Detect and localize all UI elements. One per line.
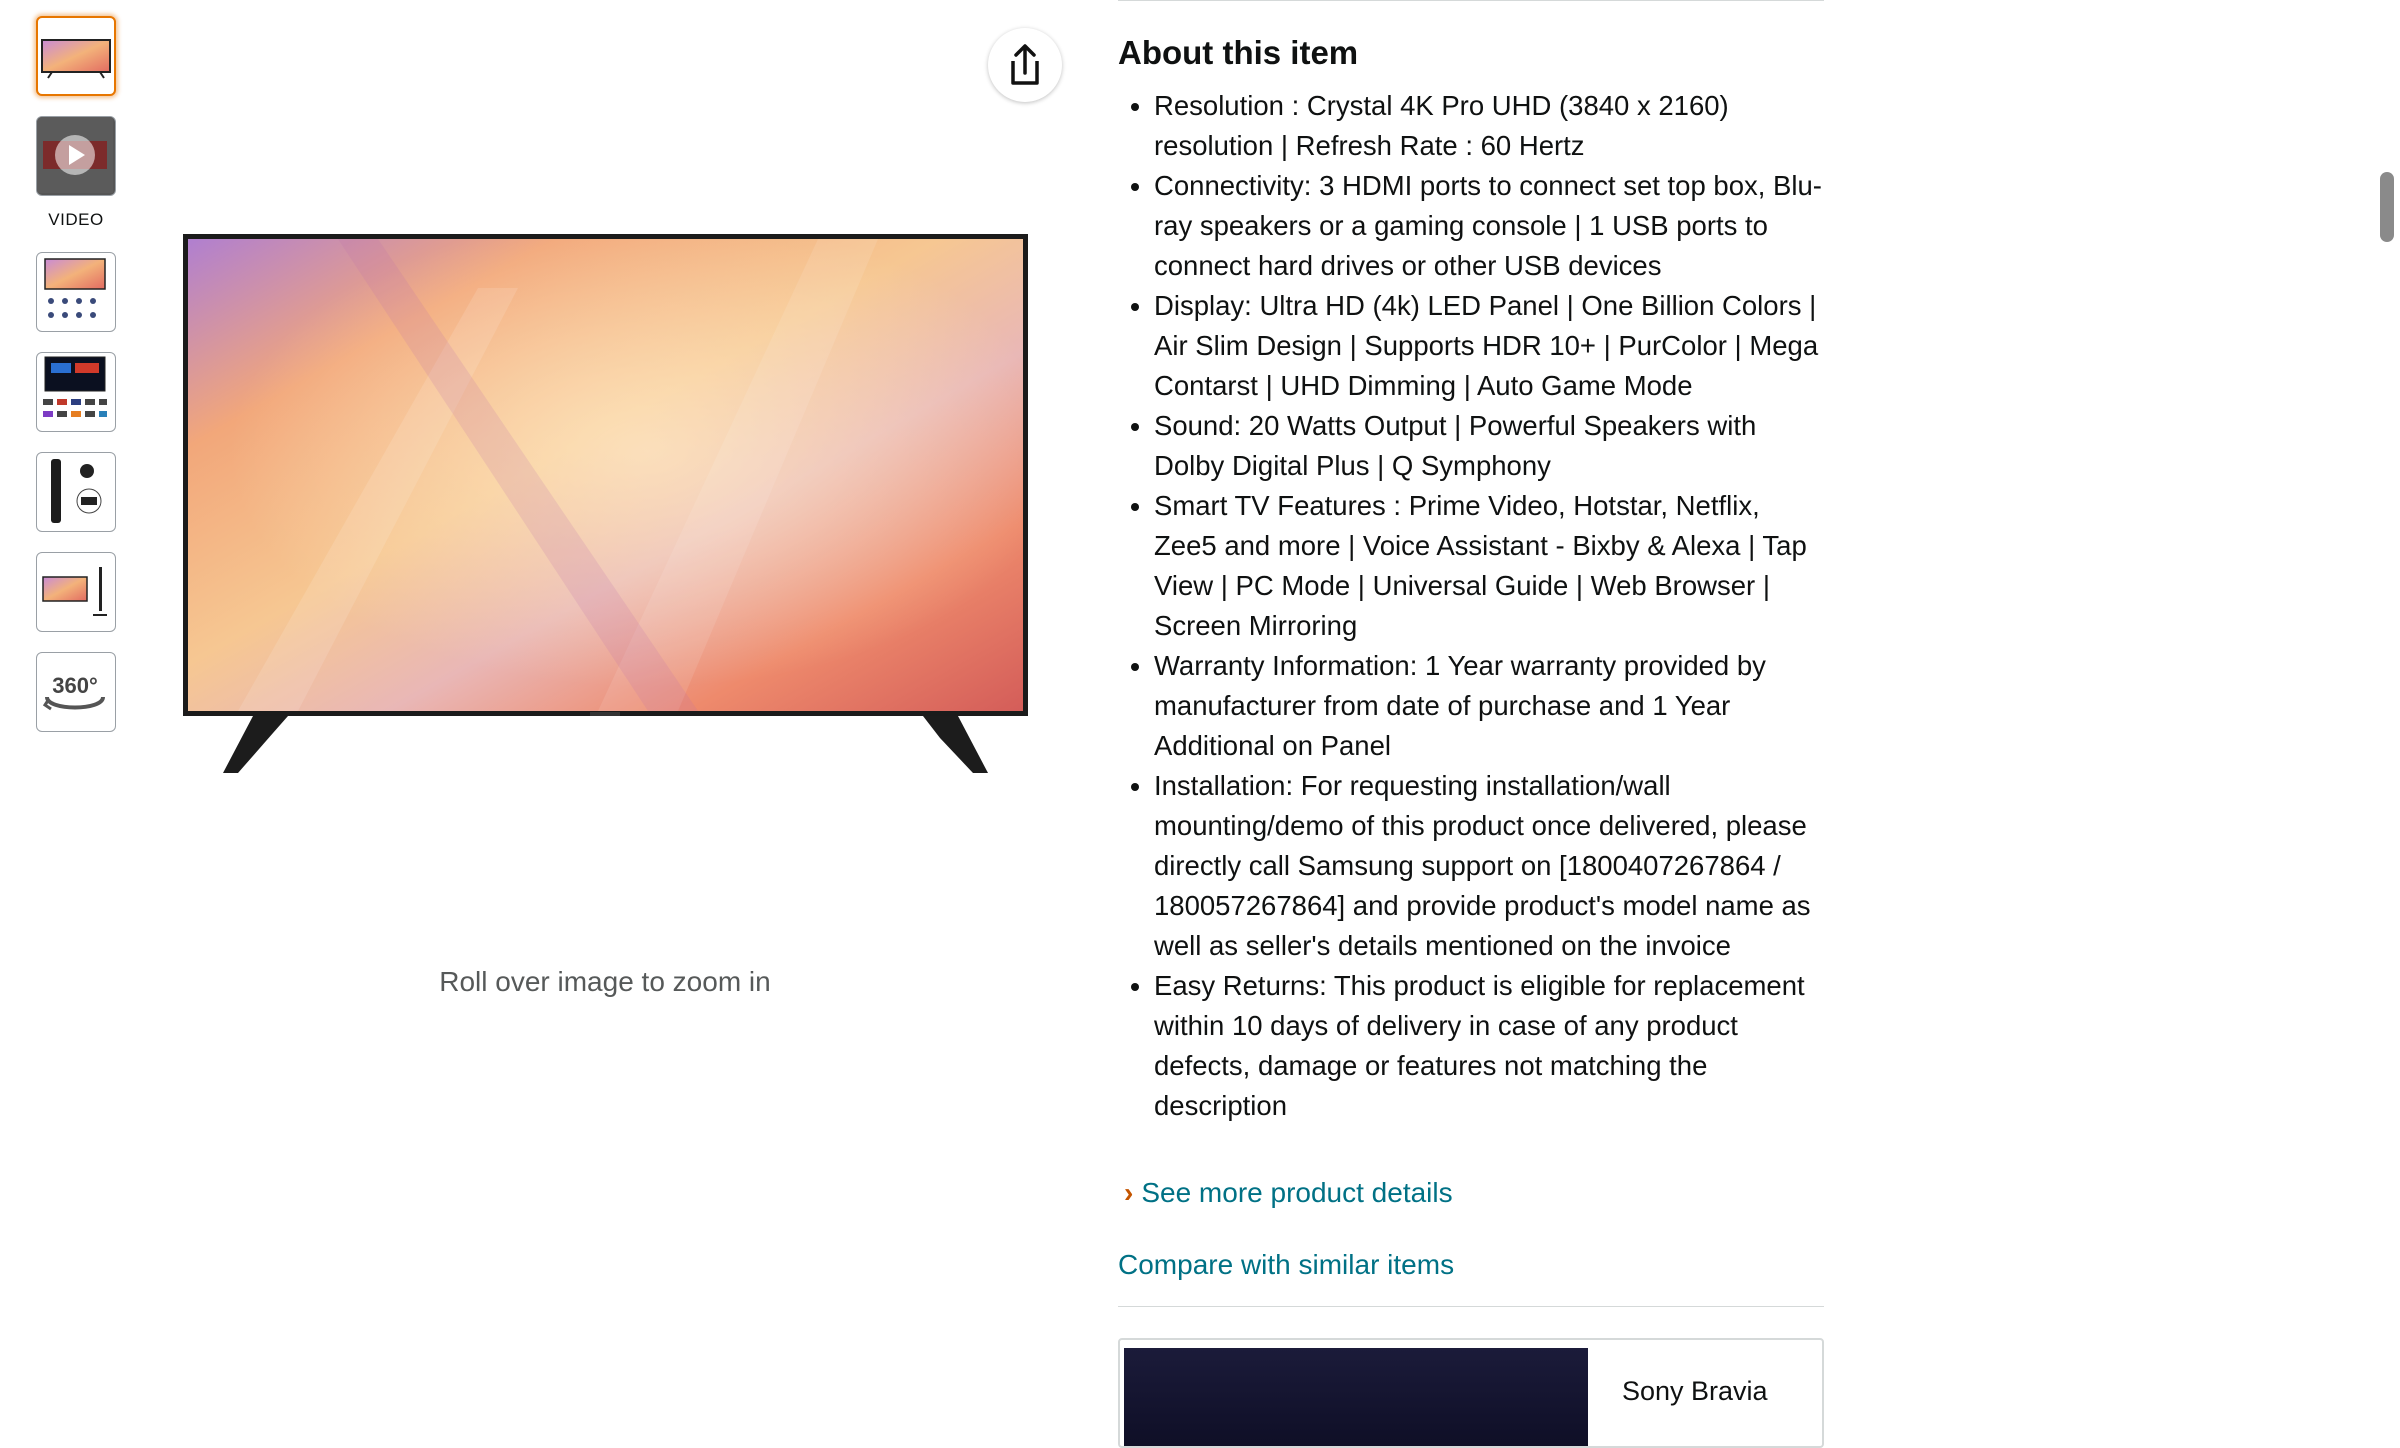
feature-bullet: Smart TV Features : Prime Video, Hotstar… bbox=[1154, 486, 1828, 646]
thumbnail-video[interactable] bbox=[36, 116, 116, 196]
view-360-label: 360° bbox=[52, 673, 98, 698]
top-divider bbox=[1118, 0, 1824, 1]
scrollbar-thumb[interactable] bbox=[2380, 172, 2394, 242]
feature-bullets: Resolution : Crystal 4K Pro UHD (3840 x … bbox=[1118, 86, 1828, 1126]
compare-similar-link[interactable]: Compare with similar items bbox=[1118, 1249, 1454, 1281]
comparison-product-card[interactable]: Sony Bravia bbox=[1118, 1338, 1824, 1448]
thumbnail-360-view[interactable]: 360° bbox=[36, 652, 116, 732]
video-label: VIDEO bbox=[48, 210, 104, 229]
feature-bullet: Easy Returns: This product is eligible f… bbox=[1154, 966, 1828, 1126]
feature-bullet: Sound: 20 Watts Output | Powerful Speake… bbox=[1154, 406, 1828, 486]
play-icon bbox=[37, 117, 113, 193]
main-product-image[interactable] bbox=[178, 228, 1033, 788]
thumbnail-remote[interactable] bbox=[36, 452, 116, 532]
share-icon bbox=[1011, 44, 1039, 85]
tv-front-thumbnail-image bbox=[41, 39, 111, 79]
compare-divider bbox=[1118, 1306, 1824, 1307]
share-button[interactable] bbox=[988, 28, 1062, 102]
page-scrollbar[interactable] bbox=[2372, 0, 2400, 1414]
feature-bullet: Warranty Information: 1 Year warranty pr… bbox=[1154, 646, 1828, 766]
about-item-title: About this item bbox=[1118, 34, 1359, 71]
see-more-label: See more product details bbox=[1141, 1177, 1453, 1208]
thumbnail-tv-side[interactable] bbox=[36, 552, 116, 632]
see-more-details-link[interactable]: › See more product details bbox=[1124, 1177, 1453, 1209]
feature-bullet: Installation: For requesting installatio… bbox=[1154, 766, 1828, 966]
comparison-product-name: Sony Bravia bbox=[1622, 1376, 1768, 1406]
tv-side-thumbnail-image bbox=[42, 567, 107, 616]
chevron-right-icon: › bbox=[1124, 1177, 1134, 1208]
feature-bullet: Display: Ultra HD (4k) LED Panel | One B… bbox=[1154, 286, 1828, 406]
thumbnail-infographic[interactable] bbox=[36, 252, 116, 332]
thumbnail-smart-hub[interactable] bbox=[36, 352, 116, 432]
feature-bullet: Resolution : Crystal 4K Pro UHD (3840 x … bbox=[1154, 86, 1828, 166]
smart-hub-thumbnail-image bbox=[43, 356, 107, 417]
infographic-thumbnail-image bbox=[44, 258, 106, 318]
comparison-product-image bbox=[1124, 1348, 1588, 1446]
remote-thumbnail-image bbox=[51, 459, 102, 523]
feature-bullet: Connectivity: 3 HDMI ports to connect se… bbox=[1154, 166, 1828, 286]
thumbnail-tv-front[interactable] bbox=[36, 16, 116, 96]
zoom-hint: Roll over image to zoom in bbox=[439, 966, 771, 997]
rotate-360-icon: 360° bbox=[42, 673, 105, 711]
